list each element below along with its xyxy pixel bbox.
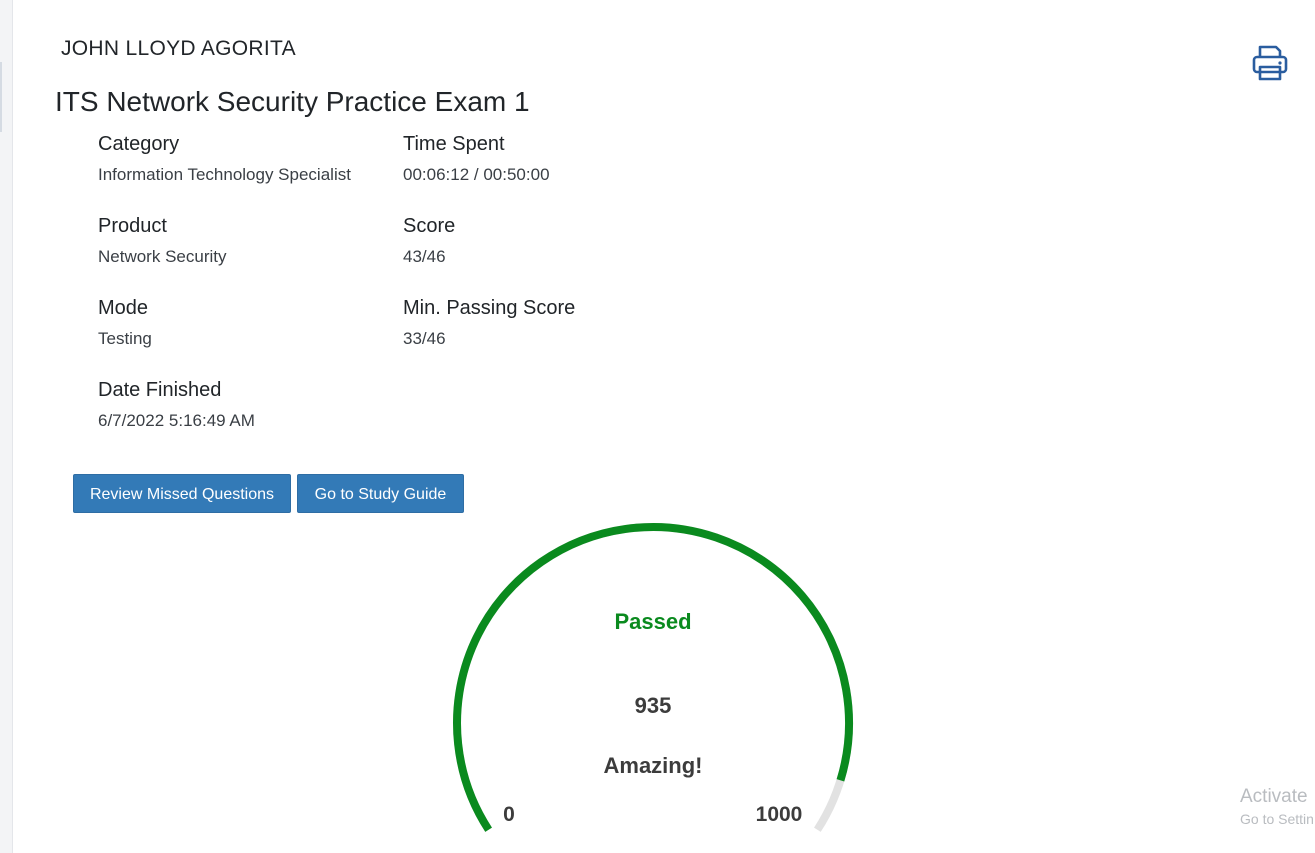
watermark-line1: Activate: [1240, 786, 1308, 807]
category-label: Category: [98, 133, 180, 155]
score-label: Score: [403, 215, 456, 237]
time-spent-field: Time Spent 00:06:12 / 00:50:00: [403, 133, 550, 185]
time-spent-label: Time Spent: [403, 133, 505, 155]
user-name: JOHN LLOYD AGORITA: [61, 37, 296, 60]
exam-title: ITS Network Security Practice Exam 1: [55, 86, 530, 117]
min-passing-score-label: Min. Passing Score: [403, 297, 576, 319]
activate-windows-watermark: Activate Go to Settin: [1240, 786, 1314, 827]
mode-label: Mode: [98, 297, 149, 319]
gauge-fill: [453, 523, 854, 832]
category-field: Category Information Technology Speciali…: [98, 133, 351, 185]
gauge-track: [453, 523, 853, 832]
gauge-value: 935: [635, 693, 672, 718]
gauge-message: Amazing!: [604, 753, 703, 778]
printer-icon: [1252, 45, 1288, 81]
product-label: Product: [98, 215, 167, 237]
min-passing-score-field: Min. Passing Score 33/46: [403, 297, 575, 349]
gauge-max-label: 1000: [756, 803, 803, 826]
study-guide-button[interactable]: Go to Study Guide: [297, 474, 464, 513]
gauge-status: Passed: [614, 609, 691, 634]
left-sidebar-edge: [0, 0, 13, 853]
min-passing-score-value: 33/46: [403, 329, 446, 348]
date-finished-label: Date Finished: [98, 379, 222, 401]
print-button[interactable]: [1250, 42, 1290, 84]
mode-value: Testing: [98, 329, 152, 348]
watermark-line2: Go to Settin: [1240, 811, 1314, 827]
product-value: Network Security: [98, 247, 227, 266]
score-field: Score 43/46: [403, 215, 455, 267]
time-spent-value: 00:06:12 / 00:50:00: [403, 165, 550, 184]
gauge-min-label: 0: [503, 803, 515, 826]
date-finished-value: 6/7/2022 5:16:49 AM: [98, 411, 255, 430]
category-value: Information Technology Specialist: [98, 165, 351, 184]
score-value: 43/46: [403, 247, 446, 266]
score-gauge: Passed 935 Amazing! 0 1000: [453, 523, 854, 832]
product-field: Product Network Security: [98, 215, 226, 267]
date-finished-field: Date Finished 6/7/2022 5:16:49 AM: [98, 379, 255, 431]
review-missed-questions-button[interactable]: Review Missed Questions: [73, 474, 291, 513]
mode-field: Mode Testing: [98, 297, 152, 349]
